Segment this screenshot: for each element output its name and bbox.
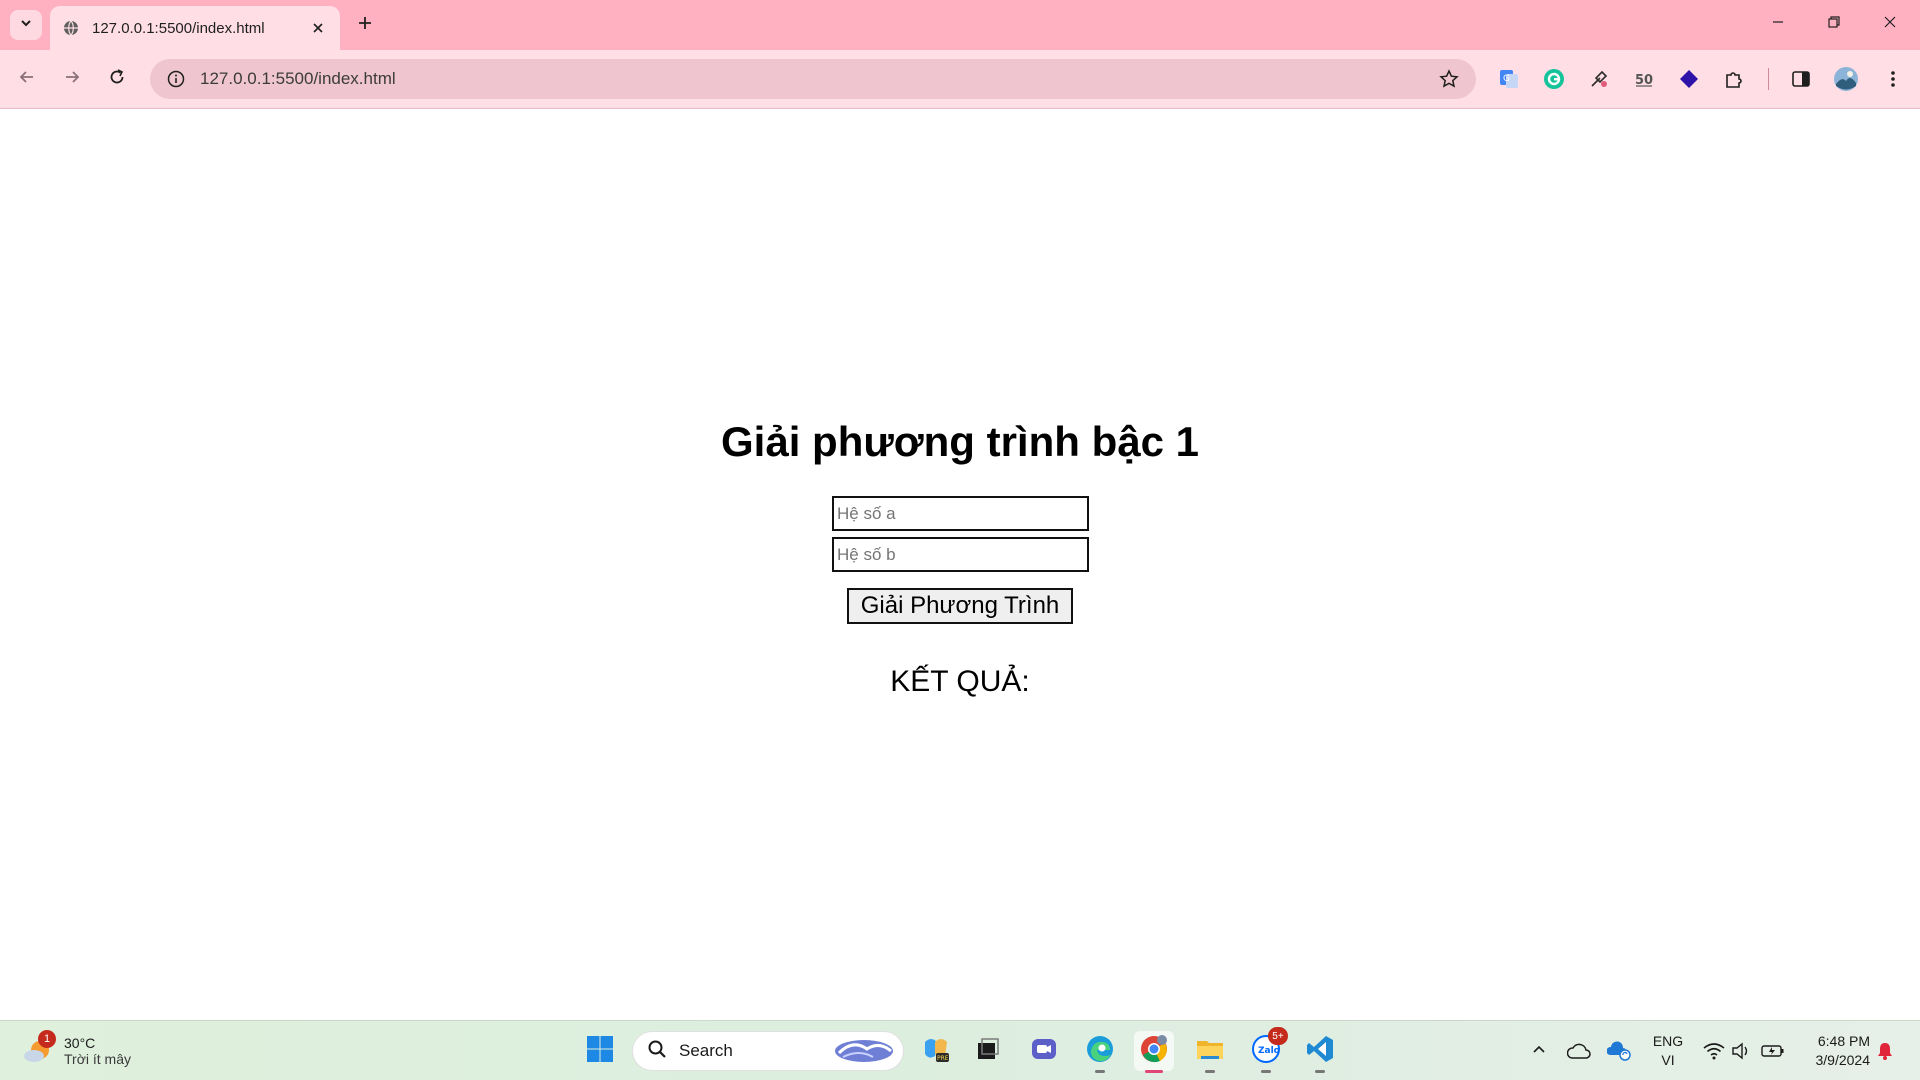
- search-placeholder: Search: [679, 1041, 733, 1060]
- arrow-right-icon: [63, 68, 81, 91]
- notification-bell-icon[interactable]: [1871, 1037, 1899, 1065]
- taskbar-chrome-app[interactable]: [1134, 1031, 1174, 1073]
- close-icon[interactable]: [308, 18, 328, 38]
- taskbar-search[interactable]: Search: [632, 1031, 904, 1071]
- browser-tab-active[interactable]: 127.0.0.1:5500/index.html: [50, 6, 340, 50]
- battery-icon[interactable]: [1759, 1037, 1787, 1065]
- bookmark-star-icon[interactable]: [1434, 64, 1464, 94]
- page-title: Giải phương trình bậc 1: [721, 418, 1199, 465]
- close-icon: [1883, 15, 1897, 34]
- copilot-icon: PRE: [921, 1034, 951, 1069]
- toolbar-separator: [1768, 68, 1769, 90]
- zalo-badge: 5+: [1268, 1027, 1288, 1045]
- weather-widget[interactable]: 1 30°C Trời ít mây: [22, 1029, 131, 1073]
- translate-icon[interactable]: G: [1492, 62, 1526, 96]
- svg-text:G: G: [1503, 74, 1510, 84]
- restore-button[interactable]: [1806, 0, 1862, 48]
- taskbar-edge-app[interactable]: [1080, 1031, 1120, 1073]
- reload-button[interactable]: [100, 62, 134, 96]
- eyedropper-icon[interactable]: [1582, 62, 1616, 96]
- weather-icon: 1: [22, 1030, 56, 1066]
- back-button[interactable]: [10, 62, 44, 96]
- taskbar-copilot-app[interactable]: PRE: [916, 1031, 956, 1071]
- search-highlight-icon: [833, 1033, 895, 1070]
- plus-icon: [357, 15, 373, 36]
- address-bar[interactable]: 127.0.0.1:5500/index.html: [150, 59, 1476, 99]
- browser-tab-strip: 127.0.0.1:5500/index.html: [0, 0, 1920, 50]
- chrome-icon: [1139, 1034, 1169, 1069]
- minimize-icon: [1771, 15, 1785, 34]
- page-viewport: Giải phương trình bậc 1 Giải Phương Trìn…: [0, 109, 1920, 1020]
- taskbar-clock[interactable]: 6:48 PM 3/9/2024: [1796, 1032, 1871, 1070]
- task-view-icon: [975, 1036, 1001, 1067]
- more-menu-icon[interactable]: [1876, 62, 1910, 96]
- weather-description: Trời ít mây: [64, 1051, 131, 1067]
- taskbar-file-explorer-app[interactable]: [1190, 1031, 1230, 1073]
- taskbar-task-view[interactable]: [968, 1031, 1008, 1071]
- side-panel-icon[interactable]: [1784, 62, 1818, 96]
- show-hidden-icons-button[interactable]: [1525, 1037, 1553, 1065]
- profile-avatar-icon[interactable]: [1829, 62, 1863, 96]
- coefficient-a-input[interactable]: [832, 496, 1089, 531]
- chevron-down-icon: [19, 16, 33, 35]
- coefficient-b-input[interactable]: [832, 537, 1089, 572]
- taskbar-zalo-app[interactable]: Zalo 5+: [1246, 1027, 1288, 1073]
- result-label: KẾT QUẢ:: [890, 665, 1030, 698]
- weather-temperature: 30°C: [64, 1035, 96, 1051]
- new-tab-button[interactable]: [352, 12, 378, 38]
- onedrive-sync-icon[interactable]: [1605, 1037, 1633, 1065]
- edge-icon: [1085, 1034, 1115, 1069]
- clock-time: 6:48 PM: [1817, 1033, 1870, 1049]
- app-indicator: [1095, 1070, 1105, 1073]
- globe-icon: [62, 19, 80, 37]
- windows-taskbar: 1 30°C Trời ít mây Search PRE Zalo 5+ EN…: [0, 1020, 1920, 1080]
- taskbar-teams-app[interactable]: [1024, 1031, 1064, 1071]
- clock-date: 3/9/2024: [1815, 1052, 1871, 1068]
- url-text[interactable]: 127.0.0.1:5500/index.html: [200, 69, 1434, 89]
- onedrive-icon[interactable]: [1565, 1037, 1593, 1065]
- forward-button[interactable]: [55, 62, 89, 96]
- svg-text:PRE: PRE: [937, 1055, 949, 1062]
- app-indicator-active: [1145, 1070, 1163, 1073]
- solve-button[interactable]: Giải Phương Trình: [847, 588, 1073, 624]
- app-indicator: [1205, 1070, 1215, 1073]
- reload-icon: [108, 68, 126, 91]
- restore-icon: [1827, 15, 1841, 34]
- wifi-icon[interactable]: [1700, 1037, 1728, 1065]
- app-indicator: [1261, 1070, 1271, 1073]
- folder-icon: [1195, 1034, 1225, 1069]
- site-info-icon[interactable]: [164, 67, 188, 91]
- chevron-up-icon: [1531, 1041, 1547, 1062]
- tab-title: 127.0.0.1:5500/index.html: [92, 19, 265, 37]
- browser-toolbar: 127.0.0.1:5500/index.html G 50: [0, 50, 1920, 109]
- vscode-icon: [1305, 1034, 1335, 1069]
- puzzle-icon[interactable]: [1717, 62, 1751, 96]
- input-language-indicator[interactable]: ENG VI: [1650, 1032, 1686, 1070]
- taskbar-vscode-app[interactable]: [1300, 1031, 1340, 1073]
- minimize-button[interactable]: [1750, 0, 1806, 48]
- volume-icon[interactable]: [1728, 1037, 1756, 1065]
- close-window-button[interactable]: [1862, 0, 1918, 48]
- language-primary: ENG: [1652, 1033, 1684, 1049]
- diamond-extension-icon[interactable]: [1672, 62, 1706, 96]
- video-call-icon: [1030, 1035, 1058, 1068]
- language-secondary: VI: [1661, 1052, 1675, 1068]
- arrow-left-icon: [18, 68, 36, 91]
- app-indicator: [1315, 1070, 1325, 1073]
- windows-logo-icon: [586, 1035, 614, 1068]
- search-icon: [647, 1039, 667, 1064]
- svg-text:Zalo: Zalo: [1258, 1046, 1280, 1056]
- grammarly-icon[interactable]: [1537, 62, 1571, 96]
- tab-search-button[interactable]: [10, 10, 42, 40]
- extension-icon[interactable]: 50: [1627, 62, 1661, 96]
- weather-badge: 1: [38, 1030, 56, 1048]
- start-button[interactable]: [580, 1031, 620, 1071]
